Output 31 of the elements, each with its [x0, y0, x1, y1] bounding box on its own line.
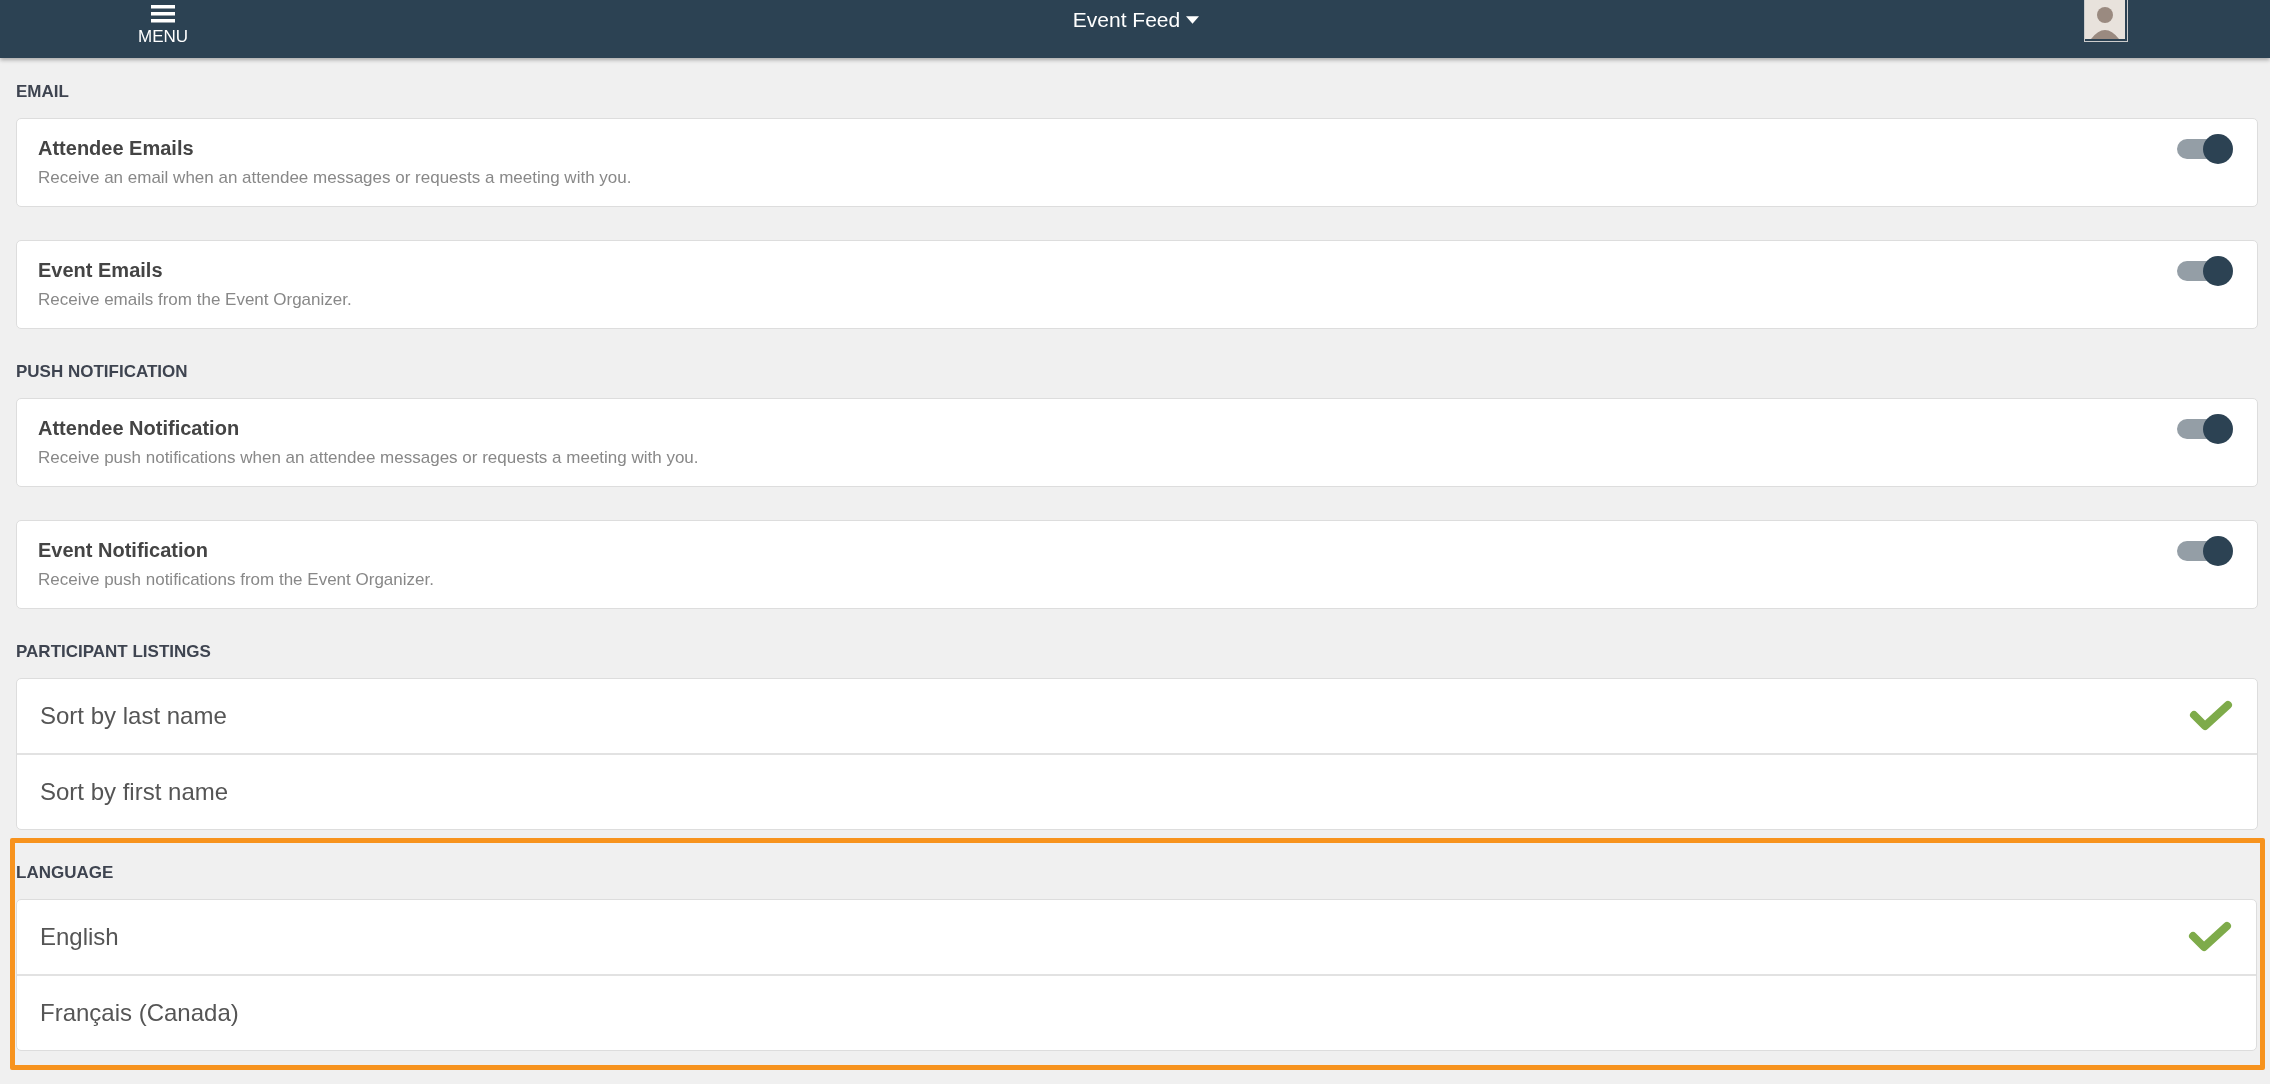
- setting-description: Receive push notifications from the Event Organizer.: [38, 570, 434, 590]
- section-heading: PUSH NOTIFICATION: [16, 362, 189, 382]
- setting-description: Receive push notifications when an attendee messages or requests a meeting with you.: [38, 448, 699, 468]
- setting-description: Receive an email when an attendee messages or requests a meeting with you.: [38, 168, 632, 188]
- option-row[interactable]: Sort by first name: [17, 755, 2257, 829]
- avatar-icon[interactable]: [2084, 0, 2128, 42]
- setting-title: Attendee Emails: [38, 137, 195, 160]
- toggle-switch[interactable]: [2175, 132, 2233, 165]
- toggle-switch[interactable]: [2175, 412, 2233, 445]
- setting-title: Event Notification: [38, 539, 209, 562]
- toggle-switch[interactable]: [2175, 254, 2233, 287]
- option-label: Français (Canada): [40, 999, 239, 1027]
- section-heading: PARTICIPANT LISTINGS: [16, 642, 212, 662]
- setting-title: Attendee Notification: [38, 417, 241, 440]
- event-dropdown[interactable]: Event Feed: [1072, 8, 1200, 32]
- menu-icon: [150, 5, 177, 23]
- section-heading: LANGUAGE: [16, 863, 115, 883]
- checkmark-icon: [2189, 700, 2233, 732]
- setting-description: Receive emails from the Event Organizer.: [38, 290, 352, 310]
- toggle-switch[interactable]: [2175, 534, 2233, 567]
- setting-title: Event Emails: [38, 259, 164, 282]
- option-label: Sort by last name: [40, 702, 227, 730]
- option-row[interactable]: Sort by last name: [17, 679, 2257, 755]
- checkmark-icon: [2188, 921, 2232, 953]
- option-row[interactable]: Français (Canada): [17, 976, 2256, 1050]
- caret-icon: [1186, 16, 1200, 24]
- section-heading: EMAIL: [16, 82, 70, 102]
- option-row[interactable]: English: [17, 900, 2256, 976]
- option-label: English: [40, 923, 119, 951]
- option-label: Sort by first name: [40, 778, 229, 806]
- menu-button[interactable]: MENU: [138, 5, 189, 47]
